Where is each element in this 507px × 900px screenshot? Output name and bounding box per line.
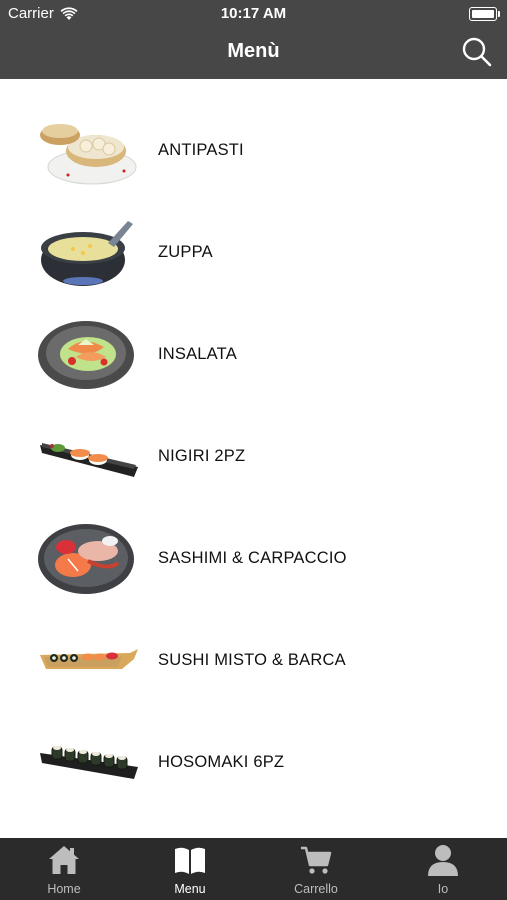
- nigiri-image: [40, 443, 138, 477]
- tab-label: Carrello: [294, 882, 338, 896]
- tab-label: Io: [437, 882, 449, 896]
- category-row-antipasti[interactable]: ANTIPASTI: [0, 99, 507, 201]
- tab-label: Menu: [174, 882, 206, 896]
- category-row-hosomaki[interactable]: HOSOMAKI 6PZ: [0, 711, 507, 813]
- tab-io[interactable]: Io: [380, 838, 506, 900]
- category-label: ANTIPASTI: [158, 141, 244, 159]
- person-icon: [428, 845, 458, 876]
- status-bar: Carrier 10:17 AM: [0, 0, 507, 28]
- navigation-header: Carrier 10:17 AM Menù: [0, 0, 507, 79]
- category-label: NIGIRI 2PZ: [158, 447, 246, 465]
- category-label: INSALATA: [158, 345, 237, 363]
- tab-bar: Home Menu Carrello Io: [0, 838, 507, 900]
- dumplings-image: [40, 124, 137, 185]
- category-row-sushi-misto[interactable]: SUSHI MISTO & BARCA: [0, 609, 507, 711]
- sushi-boat-image: [40, 649, 138, 669]
- category-label: ZUPPA: [158, 243, 213, 261]
- category-row-nigiri[interactable]: NIGIRI 2PZ: [0, 405, 507, 507]
- tab-label: Home: [47, 882, 81, 896]
- battery-icon: [469, 7, 500, 21]
- home-icon: [49, 846, 79, 874]
- category-label: SASHIMI & CARPACCIO: [158, 549, 347, 567]
- sashimi-image: [38, 524, 134, 594]
- status-time: 10:17 AM: [220, 5, 287, 22]
- salad-image: [38, 321, 134, 389]
- category-row-zuppa[interactable]: ZUPPA: [0, 201, 507, 303]
- category-row-insalata[interactable]: INSALATA: [0, 303, 507, 405]
- category-label: HOSOMAKI 6PZ: [158, 753, 285, 771]
- tab-home[interactable]: Home: [1, 838, 127, 900]
- hosomaki-image: [40, 746, 138, 779]
- category-row-sashimi[interactable]: SASHIMI & CARPACCIO: [0, 507, 507, 609]
- search-button[interactable]: [461, 36, 493, 68]
- soup-image: [41, 221, 133, 286]
- category-list: ANTIPASTI ZUPPA INSALATA NIGIRI 2PZ SASH…: [0, 79, 507, 838]
- tab-carrello[interactable]: Carrello: [253, 838, 379, 900]
- category-label: SUSHI MISTO & BARCA: [158, 651, 346, 669]
- book-icon: [175, 847, 205, 874]
- cart-icon: [301, 846, 332, 874]
- page-title: Menù: [227, 40, 280, 62]
- search-icon: [462, 37, 492, 67]
- tab-menu[interactable]: Menu: [127, 838, 253, 900]
